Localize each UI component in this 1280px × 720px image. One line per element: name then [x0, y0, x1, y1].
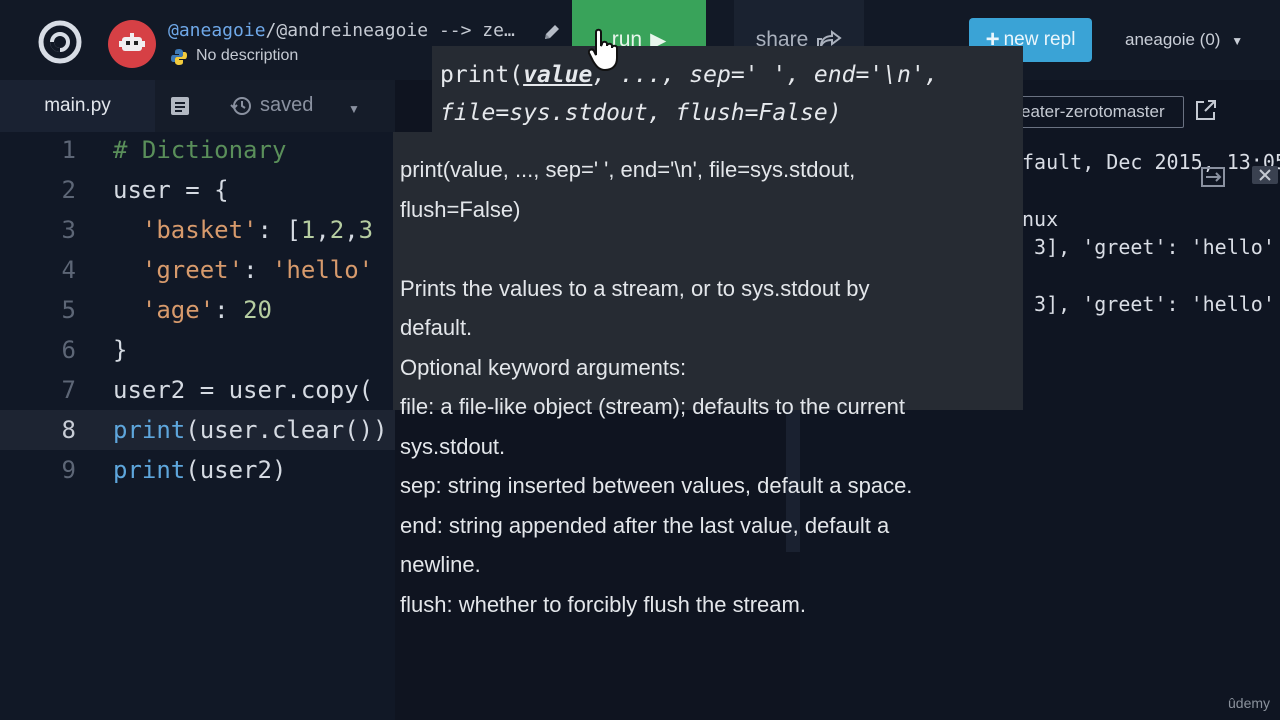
code-text: user2 = user.copy(	[113, 376, 374, 404]
code-line[interactable]: 4 'greet': 'hello'	[0, 250, 395, 290]
account-menu[interactable]: aneagoie (0) ▼	[1125, 30, 1243, 50]
code-text: 'age': 20	[141, 296, 272, 324]
hand-cursor-icon	[588, 28, 618, 72]
code-line[interactable]: 6}	[0, 330, 395, 370]
saved-status[interactable]: saved	[230, 94, 313, 117]
caret-down-icon[interactable]: ▼	[348, 102, 360, 116]
signature-active-param: value	[523, 62, 593, 88]
doc-line: print(value, ..., sep=' ', end='\n', fil…	[400, 157, 856, 182]
doc-line: sep: string inserted between values, def…	[400, 473, 913, 498]
code-text: print(user2)	[113, 456, 287, 484]
code-line[interactable]: 5 'age': 20	[0, 290, 395, 330]
doc-line: flush=False)	[400, 196, 521, 222]
line-number: 5	[61, 296, 76, 324]
owner-link[interactable]: @aneagoie	[168, 20, 266, 41]
tab-label: main.py	[44, 95, 111, 116]
account-label: aneagoie (0)	[1125, 30, 1221, 49]
doc-line: sys.stdout.	[400, 433, 506, 459]
history-icon	[230, 96, 251, 115]
code-line[interactable]: 8 print(user.clear())	[0, 410, 395, 450]
repl-name: /@andreineagoie --> ze…	[265, 20, 515, 41]
robot-icon	[119, 33, 145, 51]
line-number: 1	[61, 136, 76, 164]
doc-line: file: a file-like object (stream); defau…	[400, 394, 905, 419]
doc-line: end: string appended after the last valu…	[400, 512, 890, 538]
console-line: 3], 'greet': 'hello'	[1022, 292, 1275, 316]
line-number: 2	[61, 176, 76, 204]
line-number: 8	[61, 416, 76, 444]
editor-tab-bar: main.py saved ▼	[0, 80, 395, 132]
code-text: 'greet': 'hello'	[141, 256, 374, 284]
doc-line: default.	[400, 315, 473, 340]
repl-path[interactable]: @aneagoie/@andreineagoie --> ze…	[168, 20, 515, 41]
document-icon[interactable]	[170, 96, 190, 116]
code-editor[interactable]: 1 # Dictionary 2 user = { 3 'basket': [1,2,3…	[0, 132, 395, 720]
code-line[interactable]: 1 # Dictionary	[0, 130, 395, 170]
open-external-icon[interactable]	[1194, 98, 1218, 122]
doc-line: flush: whether to forcibly flush the str…	[400, 591, 806, 617]
line-number: 9	[61, 456, 76, 484]
pencil-icon[interactable]	[542, 22, 562, 42]
saved-label: saved	[260, 94, 314, 116]
code-text: }	[113, 336, 128, 364]
docstring-text: print(value, ..., sep=' ', end='\n', fil…	[400, 150, 1010, 624]
repl-url-field[interactable]: eater-zerotomaster	[1016, 96, 1184, 128]
code-line[interactable]: 9 print(user2)	[0, 450, 395, 490]
line-number: 4	[61, 256, 76, 284]
console-controls-icon[interactable]	[1200, 164, 1280, 190]
code-text: user = {	[113, 176, 229, 204]
line-number: 6	[61, 336, 76, 364]
code-line[interactable]: 3 'basket': [1,2,3	[0, 210, 395, 250]
user-avatar[interactable]	[108, 20, 156, 68]
console-line: nux	[1022, 207, 1059, 231]
code-line[interactable]: 7 user2 = user.copy(	[0, 370, 395, 410]
doc-line: Prints the values to a stream, or to sys…	[400, 275, 870, 301]
doc-line: newline.	[400, 552, 481, 577]
console-line: 3], 'greet': 'hello'	[1022, 235, 1275, 259]
python-icon	[171, 49, 187, 65]
code-text: # Dictionary	[113, 136, 287, 164]
doc-line	[400, 229, 1010, 269]
doc-line: Optional keyword arguments:	[400, 354, 687, 380]
line-number: 3	[61, 216, 76, 244]
signature-text: print(value, ..., sep=' ', end='\n', fil…	[440, 62, 939, 126]
repl-description[interactable]: No description	[196, 47, 298, 65]
tab-main-py[interactable]: main.py	[0, 80, 155, 132]
line-number: 7	[61, 376, 76, 404]
udemy-watermark: ûdemy	[1228, 695, 1271, 711]
caret-down-icon: ▼	[1231, 34, 1244, 48]
code-text: print(user.clear())	[113, 416, 388, 444]
signature-tooltip: print(value, ..., sep=' ', end='\n', fil…	[432, 46, 1023, 132]
code-line[interactable]: 2 user = {	[0, 170, 395, 210]
code-text: 'basket': [1,2,3	[141, 216, 374, 244]
replit-logo-icon[interactable]	[38, 20, 82, 64]
